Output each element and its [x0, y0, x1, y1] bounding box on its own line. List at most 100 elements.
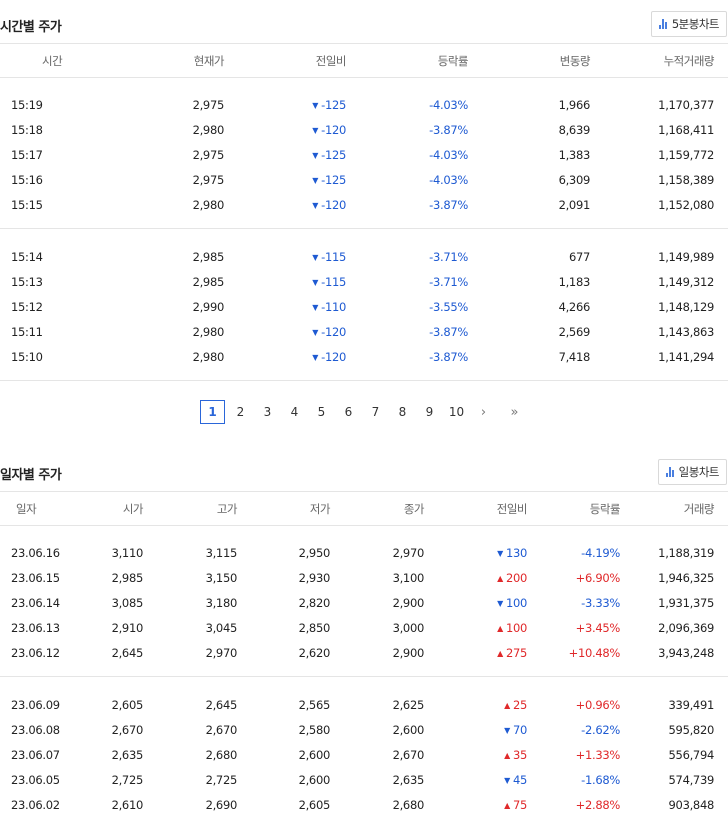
triangle-up-icon: ▲	[497, 624, 503, 633]
cell-date: 23.06.09	[11, 698, 60, 712]
cell-close: 3,000	[392, 621, 425, 635]
cell-volume: 339,491	[668, 698, 715, 712]
cell-high: 2,680	[205, 748, 238, 762]
table-row: 15:13 2,985 ▼ -115 -3.71% 1,183 1,149,312	[0, 270, 728, 295]
table-row: 23.06.08 2,670 2,670 2,580 2,600 ▼ 70 -2.…	[0, 718, 728, 743]
cell-date: 23.06.08	[11, 723, 60, 737]
cell-diff: ▼ -125	[226, 168, 348, 193]
page-2-link[interactable]: 2	[227, 400, 254, 424]
table-row: 23.06.09 2,605 2,645 2,565 2,625 ▲ 25 +0.…	[0, 693, 728, 718]
table-row: 23.06.02 2,610 2,690 2,605 2,680 ▲ 75 +2.…	[0, 793, 728, 818]
triangle-down-icon: ▼	[312, 101, 319, 110]
cell-rate: -4.03%	[429, 98, 468, 112]
cell-diff: ▲ 25	[426, 693, 529, 718]
cell-close: 3,100	[392, 571, 425, 585]
group-separator	[0, 380, 728, 382]
cell-diff: ▼ 130	[426, 541, 529, 566]
page-6-link[interactable]: 6	[335, 400, 362, 424]
cell-rate: -3.87%	[429, 350, 468, 364]
cell-rate: -3.71%	[429, 250, 468, 264]
page-10-link[interactable]: 10	[443, 400, 470, 424]
cell-date: 23.06.15	[11, 571, 60, 585]
cell-time: 15:12	[11, 300, 43, 314]
table-row: 15:11 2,980 ▼ -120 -3.87% 2,569 1,143,863	[0, 320, 728, 345]
page-4-link[interactable]: 4	[281, 400, 308, 424]
triangle-down-icon: ▼	[312, 253, 319, 262]
cell-low: 2,820	[298, 596, 331, 610]
triangle-up-icon: ▲	[497, 574, 503, 583]
cell-high: 2,690	[205, 798, 238, 812]
table-row: 23.06.16 3,110 3,115 2,950 2,970 ▼ 130 -4…	[0, 541, 728, 566]
daily-price-table: 일자 시가 고가 저가 종가 전일비 등락률 거래량 23.06.16 3,11…	[0, 491, 728, 827]
cell-close: 2,600	[392, 723, 425, 737]
table-row: 15:15 2,980 ▼ -120 -3.87% 2,091 1,152,080	[0, 193, 728, 218]
cell-cumulative: 1,149,989	[658, 250, 714, 264]
page-3-link[interactable]: 3	[254, 400, 281, 424]
cell-diff-value: -125	[321, 98, 346, 112]
cell-low: 2,620	[298, 646, 331, 660]
cell-rate: -4.03%	[429, 148, 468, 162]
cell-date: 23.06.07	[11, 748, 60, 762]
cell-diff: ▲ 200	[426, 566, 529, 591]
cell-volume: 3,943,248	[658, 646, 714, 660]
page-7-link[interactable]: 7	[362, 400, 389, 424]
cell-open: 2,645	[111, 646, 144, 660]
cell-high: 3,150	[205, 571, 238, 585]
next-page-icon[interactable]: ›	[470, 400, 497, 424]
page-9-link[interactable]: 9	[416, 400, 443, 424]
cell-close: 2,625	[392, 698, 425, 712]
header-diff: 전일비	[315, 53, 347, 68]
cell-date: 23.06.14	[11, 596, 60, 610]
bar-chart-icon	[658, 19, 667, 29]
cell-rate: -4.19%	[581, 546, 620, 560]
header-time: 시간	[42, 53, 63, 68]
page-5-link[interactable]: 5	[308, 400, 335, 424]
cell-volume: 1,931,375	[658, 596, 714, 610]
cell-change: 1,966	[558, 98, 591, 112]
daily-chart-button[interactable]: 일봉차트	[657, 459, 727, 485]
cell-change: 7,418	[558, 350, 591, 364]
cell-diff-value: -120	[321, 325, 346, 339]
header-date: 일자	[16, 501, 37, 516]
triangle-down-icon: ▼	[497, 599, 503, 608]
bar-chart-icon	[665, 467, 674, 477]
cell-price: 2,980	[192, 123, 225, 137]
cell-open: 2,985	[111, 571, 144, 585]
header-rate: 등락률	[437, 53, 469, 68]
cell-volume: 1,188,319	[658, 546, 714, 560]
cell-diff: ▼ -120	[226, 345, 348, 370]
cell-rate: +3.45%	[575, 621, 621, 635]
triangle-down-icon: ▼	[312, 201, 319, 210]
cell-price: 2,985	[192, 275, 225, 289]
triangle-down-icon: ▼	[312, 126, 319, 135]
daily-price-section: 일자별 주가 일봉차트 일자 시가 고가 저가 종가 전일비 등락률 거래량 2…	[0, 448, 728, 827]
cell-price: 2,975	[192, 98, 225, 112]
minute-chart-button[interactable]: 5분봉차트	[650, 11, 727, 37]
cell-diff: ▲ 275	[426, 641, 529, 666]
header-price: 현재가	[193, 53, 225, 68]
cell-diff: ▼ -120	[226, 118, 348, 143]
cell-volume: 595,820	[668, 723, 715, 737]
cell-change: 8,639	[558, 123, 591, 137]
cell-time: 15:16	[11, 173, 43, 187]
row-spacer	[0, 818, 728, 827]
cell-diff: ▼ -125	[226, 93, 348, 118]
cell-diff-value: 75	[512, 798, 527, 812]
last-page-icon[interactable]: »	[501, 400, 528, 424]
cell-diff-value: 45	[512, 773, 527, 787]
cell-diff-value: -110	[321, 300, 346, 314]
cell-diff: ▼ 45	[426, 768, 529, 793]
row-spacer	[0, 230, 728, 245]
cell-price: 2,985	[192, 250, 225, 264]
cell-low: 2,950	[298, 546, 331, 560]
cell-price: 2,980	[192, 198, 225, 212]
page-8-link[interactable]: 8	[389, 400, 416, 424]
triangle-up-icon: ▲	[504, 801, 510, 810]
row-spacer	[0, 666, 728, 677]
minute-section-title: 시간별 주가	[0, 20, 62, 35]
cell-rate: -3.71%	[429, 275, 468, 289]
triangle-down-icon: ▼	[504, 776, 510, 785]
page-1-link[interactable]: 1	[200, 400, 225, 424]
cell-rate: -1.68%	[581, 773, 620, 787]
cell-time: 15:18	[11, 123, 43, 137]
